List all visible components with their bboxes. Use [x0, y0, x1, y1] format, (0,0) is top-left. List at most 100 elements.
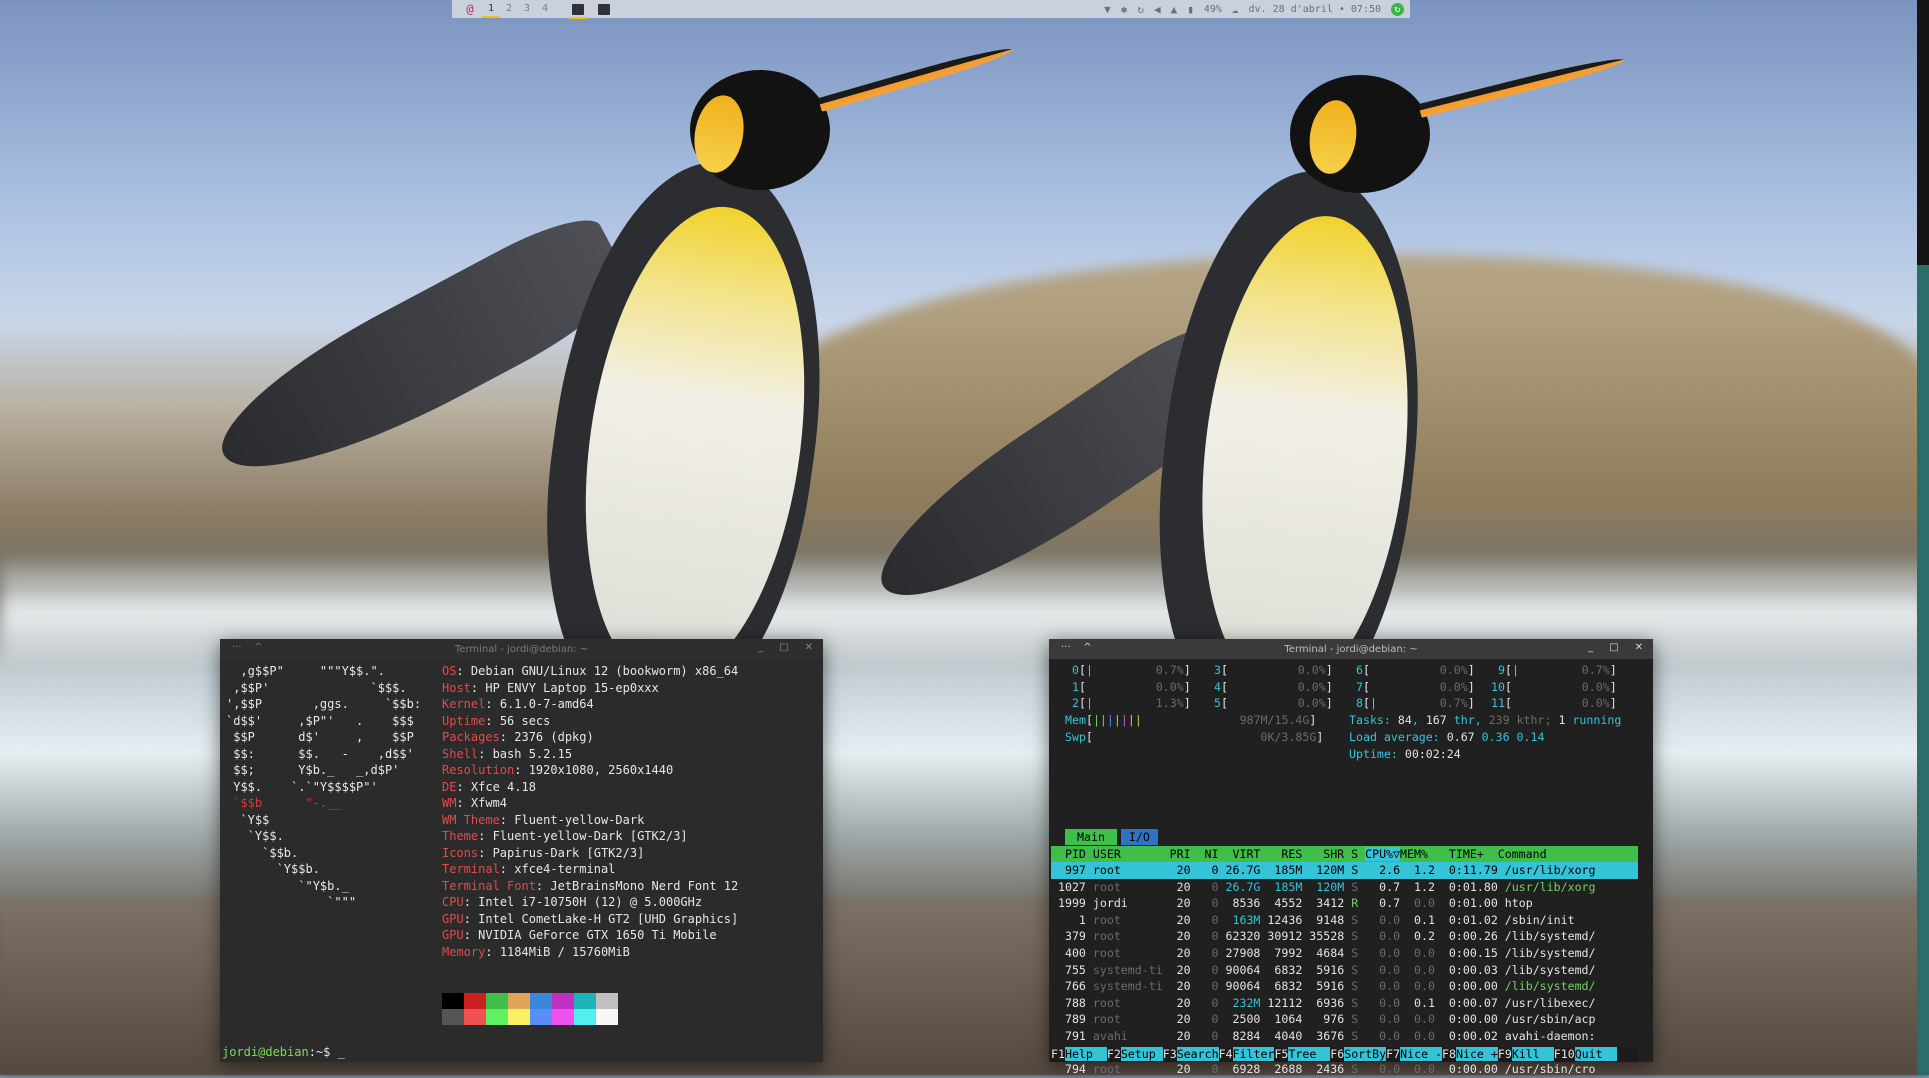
debian-menu-icon[interactable]: @: [460, 2, 480, 16]
bluetooth-icon[interactable]: ✱: [1121, 3, 1128, 16]
palette-swatch: [442, 1009, 464, 1025]
process-row[interactable]: 789 root 20 0 2500 1064 976 S 0.0 0.0 0:…: [1051, 1011, 1638, 1028]
maximize-icon[interactable]: □: [1609, 642, 1618, 653]
scrollbar-thumb[interactable]: [1917, 265, 1929, 1075]
process-cpu-percent: 0.0: [1365, 912, 1408, 927]
system-info: OS: Debian GNU/Linux 12 (bookworm) x86_6…: [442, 663, 738, 960]
minimize-icon[interactable]: _: [1588, 642, 1593, 653]
cpu-pad: [1377, 663, 1433, 677]
cpu-bar: |: [1511, 663, 1519, 677]
fkey-label[interactable]: Quit: [1574, 1047, 1617, 1061]
fkey-f5[interactable]: F5: [1274, 1047, 1288, 1061]
cpu-percent: 0.0%: [1432, 679, 1468, 694]
minimize-icon[interactable]: _: [758, 642, 763, 653]
process-shr: 2436: [1309, 1062, 1352, 1077]
workspace-4[interactable]: 4: [536, 0, 554, 18]
process-command: /usr/libexec/: [1504, 995, 1596, 1010]
process-row[interactable]: 997 root 20 0 26.7G 185M 120M S 2.6 1.2 …: [1051, 862, 1638, 879]
process-row[interactable]: 788 root 20 0 232M 12112 6936 S 0.0 0.1 …: [1051, 995, 1638, 1012]
tab-io[interactable]: I/O: [1120, 829, 1158, 845]
process-pid: 788: [1051, 995, 1093, 1010]
debian-ascii-logo: ,g$$P" """Y$$.". ,$$P' `$$$. ',$$P ,ggs. …: [226, 663, 421, 911]
fkey-f1[interactable]: F1: [1051, 1047, 1065, 1061]
info-sep: :: [499, 730, 515, 744]
fkey-f8[interactable]: F8: [1442, 1047, 1456, 1061]
process-row[interactable]: 1027 root 20 0 26.7G 185M 120M S 0.7 1.2…: [1051, 879, 1638, 896]
tab-main[interactable]: Main: [1065, 829, 1117, 845]
terminal-window-neofetch[interactable]: ··· ^ Terminal - jordi@debian: ~ _ □ ✕ ,g$…: [220, 639, 823, 1062]
cpu-bracket: [: [1504, 663, 1512, 677]
process-state: S: [1351, 1062, 1366, 1077]
close-icon[interactable]: ✕: [805, 642, 813, 653]
taskbar-terminal-2[interactable]: [598, 3, 610, 15]
process-shr: 3412: [1309, 896, 1352, 911]
process-mem-percent: 0.0: [1407, 1012, 1442, 1027]
process-virt: 232M: [1225, 995, 1268, 1010]
sorted-column-cpu[interactable]: CPU%▽: [1365, 847, 1401, 861]
process-state: S: [1351, 929, 1366, 944]
fkey-f3[interactable]: F3: [1163, 1047, 1177, 1061]
htop-view[interactable]: 0[| 0.7%] 3[ 0.0%] 6[ 0.0%] 9[| 0.7%] 1[…: [1049, 659, 1653, 1076]
weather-icon[interactable]: ☁: [1232, 3, 1239, 16]
volume-icon[interactable]: ◀: [1154, 3, 1161, 16]
right-edge-scrollbar[interactable]: [1917, 0, 1929, 1075]
fkey-f7[interactable]: F7: [1386, 1047, 1400, 1061]
process-mem-percent: 0.2: [1407, 929, 1442, 944]
process-row[interactable]: 1999 jordi 20 0 8536 4552 3412 R 0.7 0.0…: [1051, 895, 1638, 912]
fkey-f2[interactable]: F2: [1107, 1047, 1121, 1061]
fkey-label[interactable]: Setup: [1120, 1047, 1163, 1061]
info-row: Kernel: 6.1.0-7-amd64: [442, 696, 738, 713]
process-virt: 90064: [1225, 979, 1268, 994]
fkey-f4[interactable]: F4: [1219, 1047, 1233, 1061]
cpu-bracket: [: [1504, 696, 1512, 711]
battery-icon[interactable]: ▮: [1187, 3, 1194, 16]
maximize-icon[interactable]: □: [779, 642, 788, 653]
vpn-icon[interactable]: ↻: [1137, 3, 1144, 16]
clock[interactable]: dv. 28 d'abril • 07:50: [1249, 4, 1381, 15]
window-menu-icon[interactable]: ··· ^: [1061, 642, 1092, 653]
fkey-label[interactable]: Kill: [1511, 1047, 1554, 1061]
fkey-label[interactable]: Filter: [1232, 1047, 1275, 1061]
terminal-titlebar[interactable]: ··· ^ Terminal - jordi@debian: ~ _ □ ✕: [1049, 639, 1653, 659]
ascii-line: $$; Y$b._ _,d$P': [226, 763, 400, 777]
fkey-label[interactable]: Tree: [1288, 1047, 1331, 1061]
process-row[interactable]: 755 systemd-ti 20 0 90064 6832 5916 S 0.…: [1051, 962, 1638, 979]
process-command: avahi-daemon:: [1504, 1029, 1596, 1043]
fkey-label[interactable]: Search: [1176, 1047, 1219, 1061]
shell-prompt[interactable]: jordi@debian:~$ _: [222, 1044, 345, 1061]
workspace-2[interactable]: 2: [500, 0, 518, 18]
cpu-id: 1: [1065, 679, 1079, 694]
wifi-icon[interactable]: ▼: [1104, 3, 1111, 16]
workspace-1[interactable]: 1: [482, 0, 500, 18]
terminal-window-htop[interactable]: ··· ^ Terminal - jordi@debian: ~ _ □ ✕ 0[|…: [1049, 639, 1653, 1076]
fkey-label[interactable]: Nice -: [1400, 1047, 1443, 1061]
process-row[interactable]: 791 avahi 20 0 8284 4040 3676 S 0.0 0.0 …: [1051, 1028, 1638, 1045]
process-table-header[interactable]: PID USER PRI NI VIRT RES SHR S CPU%▽MEM%…: [1051, 846, 1638, 862]
process-row[interactable]: 400 root 20 0 27908 7992 4684 S 0.0 0.0 …: [1051, 945, 1638, 962]
close-icon[interactable]: ✕: [1635, 642, 1643, 653]
fkey-label[interactable]: Help: [1064, 1047, 1107, 1061]
fkey-f10[interactable]: F10: [1554, 1047, 1575, 1061]
process-virt: 2500: [1225, 1012, 1268, 1027]
cpu-bracket: ]: [1467, 679, 1475, 694]
notification-bell-icon[interactable]: ▲: [1171, 3, 1178, 16]
fkey-label[interactable]: SortBy: [1344, 1047, 1387, 1061]
taskbar-terminal-1[interactable]: [569, 3, 587, 19]
cpu-pad: [1377, 696, 1433, 710]
fkey-label[interactable]: Nice +: [1455, 1047, 1498, 1061]
window-menu-icon[interactable]: ··· ^: [232, 642, 263, 653]
update-icon[interactable]: ↻: [1391, 2, 1404, 16]
process-row[interactable]: 794 root 20 0 6928 2688 2436 S 0.0 0.0 0…: [1051, 1061, 1638, 1078]
cpu-meter: 5[ 0.0%]: [1207, 695, 1333, 712]
terminal-titlebar[interactable]: ··· ^ Terminal - jordi@debian: ~ _ □ ✕: [220, 639, 823, 659]
info-sep: :: [499, 862, 515, 876]
cpu-percent: 0.0%: [1290, 663, 1326, 677]
fkey-f9[interactable]: F9: [1498, 1047, 1512, 1061]
process-row[interactable]: 379 root 20 0 62320 30912 35528 S 0.0 0.…: [1051, 928, 1638, 945]
process-row[interactable]: 766 systemd-ti 20 0 90064 6832 5916 S 0.…: [1051, 978, 1638, 995]
process-row[interactable]: 1 root 20 0 163M 12436 9148 S 0.0 0.1 0:…: [1051, 912, 1638, 929]
process-mem-percent: 0.0: [1407, 946, 1442, 960]
fkey-f6[interactable]: F6: [1330, 1047, 1344, 1061]
workspace-3[interactable]: 3: [518, 0, 536, 18]
process-pid: 794: [1051, 1062, 1093, 1077]
